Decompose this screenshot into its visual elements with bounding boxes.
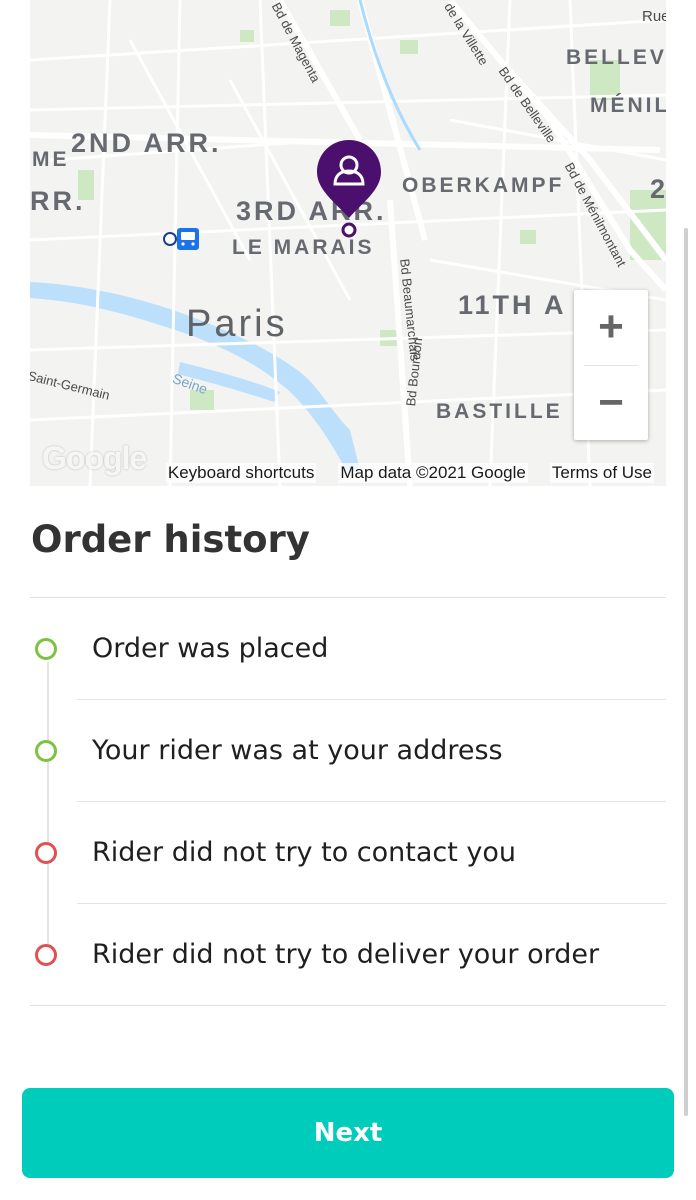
history-event-label: Your rider was at your address — [92, 735, 503, 766]
history-event-label: Rider did not try to deliver your order — [92, 939, 600, 970]
status-done-icon — [35, 638, 57, 660]
status-failed-icon — [35, 842, 57, 864]
order-history-title: Order history — [31, 518, 310, 561]
zoom-out-button[interactable]: − — [574, 366, 648, 440]
terms-of-use-link[interactable]: Terms of Use — [549, 463, 654, 483]
map-label-menilmontant: MÉNIL — [590, 94, 666, 117]
map-label-right-2: 2 — [650, 174, 666, 204]
status-done-icon — [35, 740, 57, 762]
history-event: Rider did not try to contact you — [0, 802, 696, 904]
map-attribution: Keyboard shortcuts Map data ©2021 Google… — [30, 460, 666, 486]
history-event: Rider did not try to deliver your order — [0, 904, 696, 1006]
next-button[interactable]: Next — [22, 1088, 674, 1178]
rider-location-pin-icon[interactable] — [315, 138, 383, 238]
map-label-bastille: BASTILLE — [436, 400, 563, 423]
divider — [30, 1005, 666, 1006]
zoom-in-button[interactable]: + — [574, 290, 648, 364]
transit-icon[interactable] — [162, 228, 202, 250]
map-zoom-controls: + − — [574, 290, 648, 440]
keyboard-shortcuts-link[interactable]: Keyboard shortcuts — [165, 463, 317, 483]
map-label-oberkampf: OBERKAMPF — [402, 174, 565, 197]
history-event-label: Rider did not try to contact you — [92, 837, 517, 868]
map[interactable]: 2ND ARR. 3RD ARR. LE MARAIS OBERKAMPF BE… — [30, 0, 666, 486]
history-event: Order was placed — [0, 598, 696, 700]
history-event-label: Order was placed — [92, 633, 329, 664]
map-label-belleville: BELLEV — [566, 46, 666, 69]
status-failed-icon — [35, 944, 57, 966]
map-label-11th-arr: 11TH A — [458, 290, 567, 320]
map-label-left-me: ME — [32, 148, 70, 171]
map-label-paris: Paris — [186, 303, 288, 345]
history-event: Your rider was at your address — [0, 700, 696, 802]
map-label-rue: Rue — [642, 8, 666, 25]
map-data-text: Map data ©2021 Google — [338, 463, 528, 483]
map-label-left-arr: RR. — [30, 186, 86, 216]
map-label-le-marais: LE MARAIS — [232, 236, 375, 259]
map-label-2nd-arr: 2ND ARR. — [71, 128, 222, 158]
